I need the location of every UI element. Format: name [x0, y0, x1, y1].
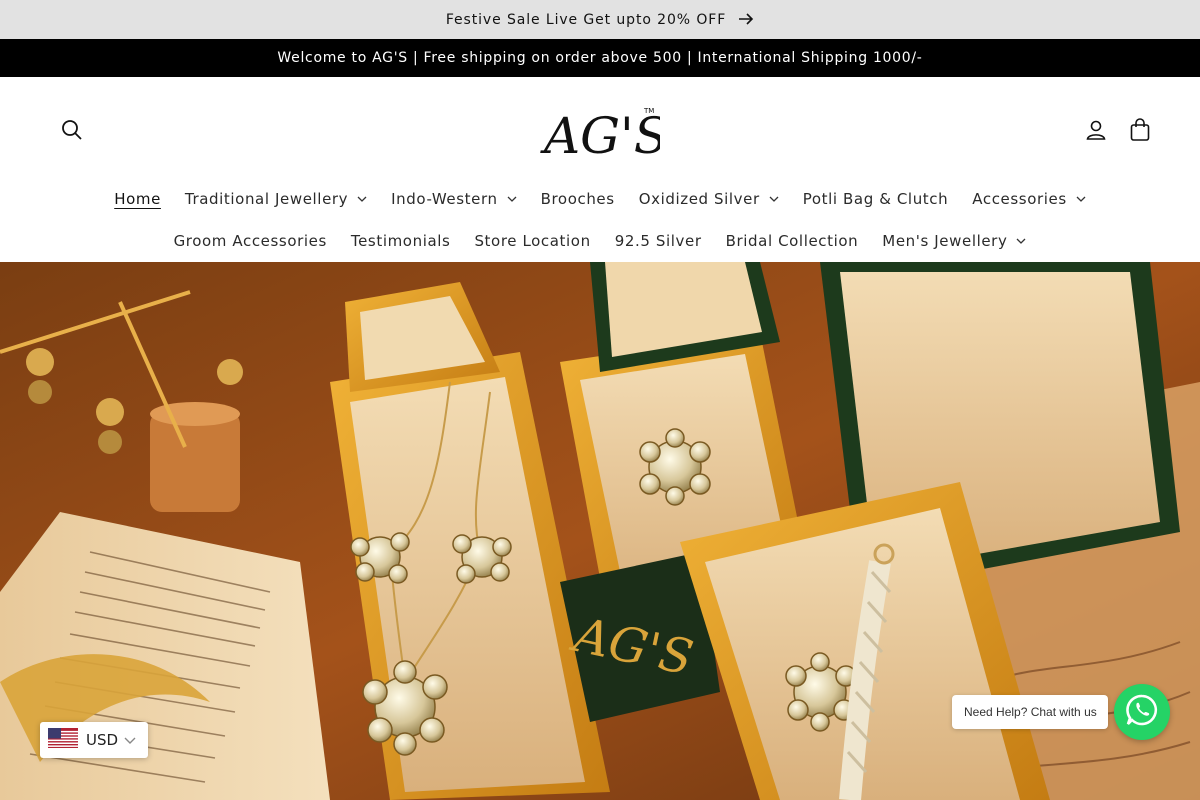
nav-item-label[interactable]: Bridal Collection [726, 232, 859, 250]
nav-item-label[interactable]: Accessories [972, 190, 1067, 208]
nav-item-mens-jewellery[interactable]: Men's Jewellery [870, 232, 1038, 250]
site-logo[interactable]: AG'S TM [540, 101, 668, 165]
main-nav-row-1: Home Traditional Jewellery Indo-Western … [0, 182, 1200, 216]
nav-item-bridal-collection[interactable]: Bridal Collection [714, 232, 871, 250]
nav-item-testimonials[interactable]: Testimonials [339, 232, 463, 250]
site-header: AG'S TM [0, 77, 1200, 187]
announcement-text[interactable]: Festive Sale Live Get upto 20% OFF [446, 12, 726, 28]
chat-tooltip-text[interactable]: Need Help? Chat with us [964, 705, 1097, 719]
nav-item-label[interactable]: Store Location [474, 232, 590, 250]
nav-item-groom-accessories[interactable]: Groom Accessories [162, 232, 339, 250]
cart-icon[interactable] [1129, 118, 1151, 146]
nav-item-label[interactable]: Men's Jewellery [882, 232, 1007, 250]
currency-selector[interactable]: USD [40, 722, 148, 758]
nav-item-potli-bag-clutch[interactable]: Potli Bag & Clutch [791, 190, 961, 208]
nav-item-store-location[interactable]: Store Location [462, 232, 602, 250]
announcement-bar[interactable]: Festive Sale Live Get upto 20% OFF [0, 0, 1200, 39]
search-button[interactable] [54, 114, 90, 150]
nav-item-label[interactable]: Indo-Western [391, 190, 497, 208]
nav-item-92-5-silver[interactable]: 92.5 Silver [603, 232, 714, 250]
chevron-down-icon[interactable] [1076, 196, 1086, 202]
svg-text:TM: TM [643, 107, 654, 115]
whatsapp-icon[interactable] [1125, 693, 1159, 731]
nav-item-label[interactable]: Brooches [541, 190, 615, 208]
currency-code[interactable]: USD [86, 731, 118, 749]
nav-item-label[interactable]: Traditional Jewellery [185, 190, 348, 208]
main-nav-row-2: Groom Accessories Testimonials Store Loc… [0, 224, 1200, 258]
cart-button[interactable] [1122, 114, 1158, 150]
nav-item-label[interactable]: Potli Bag & Clutch [803, 190, 949, 208]
nav-item-label[interactable]: Oxidized Silver [639, 190, 760, 208]
search-icon[interactable] [61, 119, 83, 145]
nav-item-accessories[interactable]: Accessories [960, 190, 1098, 208]
chevron-down-icon[interactable] [769, 196, 779, 202]
nav-item-label[interactable]: 92.5 Silver [615, 232, 702, 250]
welcome-text: Welcome to AG'S | Free shipping on order… [277, 50, 923, 66]
nav-item-indo-western[interactable]: Indo-Western [379, 190, 528, 208]
chat-tooltip[interactable]: Need Help? Chat with us [952, 695, 1108, 729]
chevron-down-icon[interactable] [507, 196, 517, 202]
us-flag-icon[interactable] [48, 728, 78, 752]
whatsapp-chat-button[interactable] [1114, 684, 1170, 740]
nav-item-oxidized-silver[interactable]: Oxidized Silver [627, 190, 791, 208]
svg-text:AG'S: AG'S [540, 107, 660, 163]
welcome-bar: Welcome to AG'S | Free shipping on order… [0, 39, 1200, 77]
nav-item-label[interactable]: Groom Accessories [174, 232, 327, 250]
nav-item-brooches[interactable]: Brooches [529, 190, 627, 208]
chevron-down-icon[interactable] [357, 196, 367, 202]
nav-item-home[interactable]: Home [102, 190, 173, 208]
chevron-down-icon[interactable] [1016, 238, 1026, 244]
account-icon[interactable] [1085, 119, 1107, 145]
account-button[interactable] [1078, 114, 1114, 150]
logo-mark[interactable]: AG'S TM [540, 101, 668, 165]
chevron-down-icon[interactable] [124, 731, 136, 749]
nav-item-traditional-jewellery[interactable]: Traditional Jewellery [173, 190, 379, 208]
nav-item-label[interactable]: Testimonials [351, 232, 451, 250]
nav-item-label[interactable]: Home [114, 190, 161, 208]
arrow-right-icon[interactable] [738, 10, 754, 29]
